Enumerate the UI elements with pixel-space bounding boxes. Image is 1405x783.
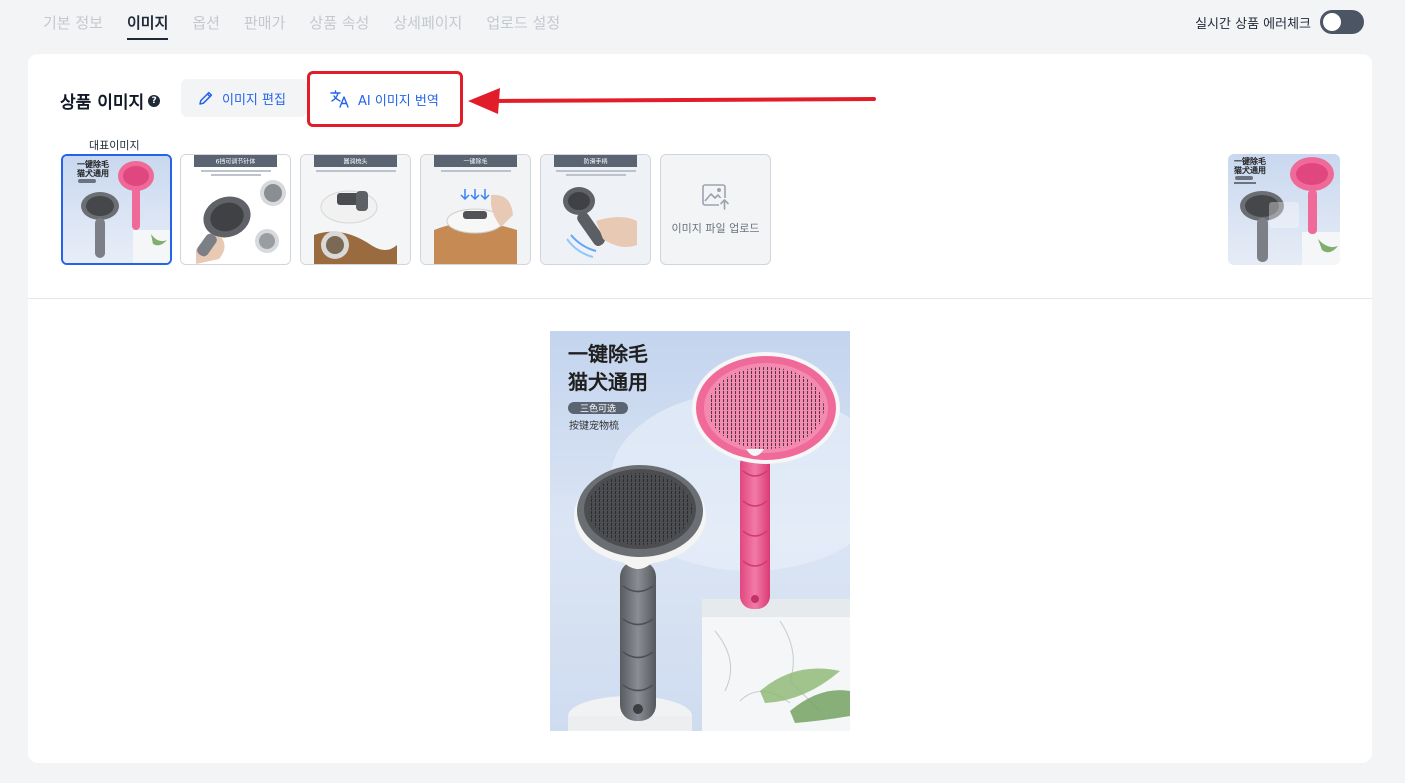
tab-attributes[interactable]: 상품 속성 — [309, 12, 369, 40]
image-card: 상품 이미지 ? 이미지 편집 AI 이미지 번역 대표이미지 一键除毛 猫犬通… — [28, 54, 1372, 763]
toggle-knob — [1323, 13, 1341, 31]
image-upload-button[interactable]: 이미지 파일 업로드 — [660, 154, 771, 265]
tab-image[interactable]: 이미지 — [126, 12, 169, 40]
preview-badge: 三色可选 — [580, 403, 616, 415]
pencil-icon — [199, 91, 213, 105]
main-preview-image: 一键除毛 猫犬通用 三色可选 按键宠物梳 — [550, 331, 850, 731]
thumb2-caption: 6挡可调节针体 — [216, 158, 256, 166]
image-upload-label: 이미지 파일 업로드 — [671, 221, 760, 235]
main-image-preview: 一键除毛 猫犬通用 三色可选 按键宠物梳 — [550, 331, 850, 731]
floating-caption2: 猫犬通用 — [1233, 165, 1266, 175]
preview-headline-2: 猫犬通用 — [568, 370, 648, 394]
thumbnail-image: 防滑手柄 — [541, 155, 650, 264]
thumbnail-4[interactable]: 一键除毛 — [420, 154, 531, 265]
floating-caption1: 一键除毛 — [1234, 156, 1266, 166]
preview-headline-1: 一键除毛 — [568, 342, 648, 366]
arrow-annotation — [468, 88, 876, 114]
thumbnail-1[interactable]: 一键除毛 猫犬通用 — [61, 154, 172, 265]
thumbnail-image: 一键除毛 猫犬通用 — [63, 156, 170, 263]
thumb5-caption: 防滑手柄 — [583, 158, 607, 166]
preview-subtitle: 按键宠物梳 — [569, 419, 619, 432]
edit-image-label: 이미지 편집 — [222, 92, 286, 108]
floating-preview-thumbnail[interactable]: 一键除毛 猫犬通用 — [1228, 154, 1340, 265]
section-title: 상품 이미지 ? — [60, 88, 161, 113]
help-icon[interactable]: ? — [148, 94, 161, 107]
tab-basic-info[interactable]: 기본 정보 — [43, 12, 103, 40]
error-check-label: 실시간 상품 에러체크 — [1195, 16, 1311, 32]
representative-image-label: 대표이미지 — [89, 139, 140, 152]
section-divider — [28, 298, 1372, 299]
thumbnail-image: 圆润梳头 — [301, 155, 410, 264]
tab-bar: 기본 정보 이미지 옵션 판매가 상품 속성 상세페이지 업로드 설정 — [43, 12, 560, 40]
tab-price[interactable]: 판매가 — [244, 12, 285, 40]
thumbnail-5[interactable]: 防滑手柄 — [540, 154, 651, 265]
tab-options[interactable]: 옵션 — [192, 12, 220, 40]
thumb1-caption2: 猫犬通用 — [76, 168, 109, 178]
tab-upload-settings[interactable]: 업로드 설정 — [486, 12, 560, 40]
thumb3-caption: 圆润梳头 — [343, 158, 367, 166]
thumbnail-2[interactable]: 6挡可调节针体 — [180, 154, 291, 265]
image-upload-icon — [701, 183, 730, 210]
translate-icon — [330, 90, 349, 108]
ai-translate-button[interactable]: AI 이미지 번역 — [307, 71, 463, 127]
section-title-text: 상품 이미지 — [60, 93, 145, 113]
tab-detail-page[interactable]: 상세페이지 — [393, 12, 462, 40]
thumb1-caption1: 一键除毛 — [77, 159, 109, 169]
thumbnail-3[interactable]: 圆润梳头 — [300, 154, 411, 265]
error-check-toggle[interactable] — [1320, 10, 1364, 34]
ai-translate-label: AI 이미지 번역 — [358, 93, 439, 109]
thumbnail-image: 6挡可调节针体 — [181, 155, 290, 264]
floating-preview-image: 一键除毛 猫犬通用 — [1228, 154, 1340, 265]
thumbnail-image: 一键除毛 — [421, 155, 530, 264]
thumb4-caption: 一键除毛 — [463, 158, 487, 166]
edit-image-button[interactable]: 이미지 편집 — [181, 79, 307, 117]
error-check: 실시간 상품 에러체크 — [1195, 10, 1364, 34]
